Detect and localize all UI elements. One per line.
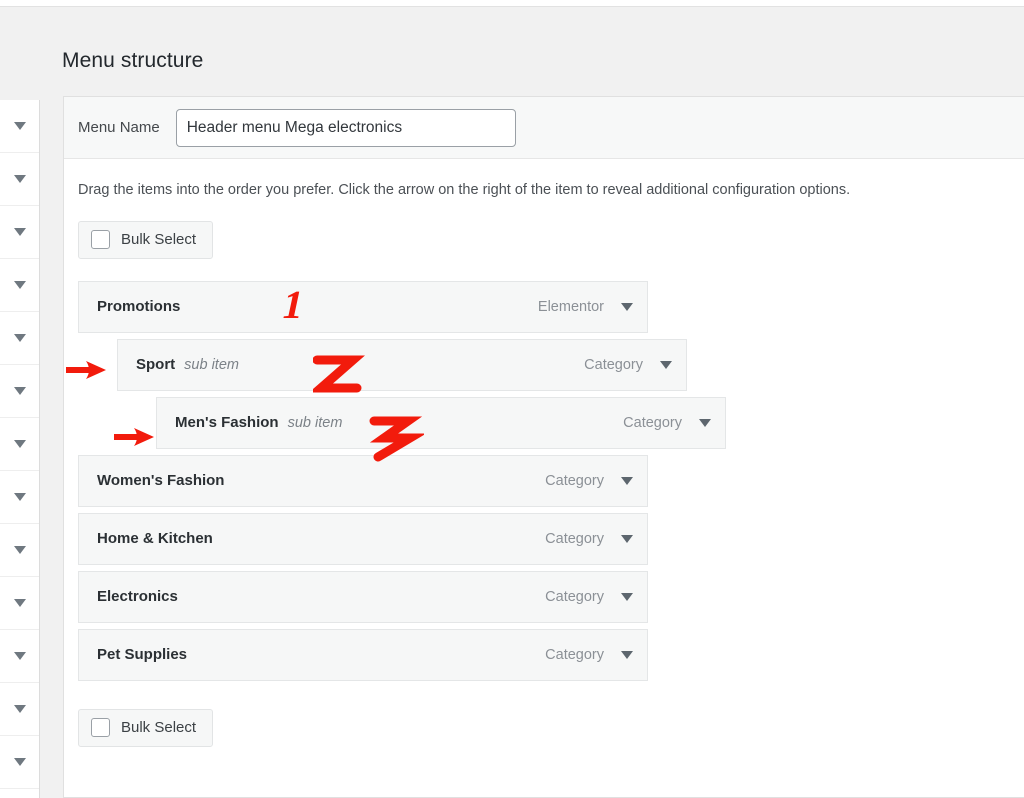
chevron-down-icon[interactable] — [621, 593, 633, 601]
rail-row[interactable] — [0, 630, 39, 683]
menu-structure-panel: Menu Name Drag the items into the order … — [63, 96, 1024, 798]
menu-item-row: Promotions Elementor — [78, 281, 1024, 333]
rail-row[interactable] — [0, 365, 39, 418]
menu-items-list: Promotions Elementor Sport sub item Cate… — [78, 281, 1024, 681]
menu-item-sport[interactable]: Sport sub item Category — [117, 339, 687, 391]
chevron-down-icon[interactable] — [14, 175, 26, 183]
rail-row[interactable] — [0, 418, 39, 471]
bulk-select-checkbox-bottom[interactable] — [91, 718, 110, 737]
menu-item-title: Men's Fashion — [175, 414, 279, 431]
menu-item-womens-fashion[interactable]: Women's Fashion Category — [78, 455, 648, 507]
menu-item-electronics[interactable]: Electronics Category — [78, 571, 648, 623]
chevron-down-icon[interactable] — [14, 652, 26, 660]
chevron-down-icon[interactable] — [14, 334, 26, 342]
rail-row[interactable] — [0, 259, 39, 312]
menu-name-input[interactable] — [176, 109, 516, 147]
chevron-down-icon[interactable] — [14, 758, 26, 766]
menu-name-label: Menu Name — [78, 119, 160, 136]
chevron-down-icon[interactable] — [14, 440, 26, 448]
menu-item-sub-label: sub item — [184, 357, 239, 373]
menu-item-title: Promotions — [97, 298, 180, 315]
menu-item-type: Elementor — [538, 299, 604, 315]
menu-item-row: Electronics Category — [78, 571, 1024, 623]
chevron-down-icon[interactable] — [14, 387, 26, 395]
chevron-down-icon[interactable] — [14, 122, 26, 130]
chevron-down-icon[interactable] — [14, 599, 26, 607]
chevron-down-icon[interactable] — [621, 303, 633, 311]
rail-row[interactable] — [0, 683, 39, 736]
menu-item-type: Category — [623, 415, 682, 431]
menu-item-type: Category — [545, 531, 604, 547]
bulk-select-label-bottom: Bulk Select — [121, 719, 196, 736]
menu-name-bar: Menu Name — [64, 97, 1024, 159]
bulk-select-button-top[interactable]: Bulk Select — [78, 221, 213, 259]
menu-item-type: Category — [545, 589, 604, 605]
rail-row[interactable] — [0, 577, 39, 630]
menu-item-pet-supplies[interactable]: Pet Supplies Category — [78, 629, 648, 681]
chevron-down-icon[interactable] — [621, 477, 633, 485]
chevron-down-icon[interactable] — [621, 651, 633, 659]
left-rail — [0, 100, 40, 798]
rail-row[interactable] — [0, 312, 39, 365]
rail-row[interactable] — [0, 524, 39, 577]
chevron-down-icon[interactable] — [14, 705, 26, 713]
menu-item-title: Sport — [136, 356, 175, 373]
rail-row[interactable] — [0, 100, 39, 153]
chevron-down-icon[interactable] — [14, 228, 26, 236]
menu-item-row: Sport sub item Category — [78, 339, 1024, 391]
menu-item-type: Category — [545, 647, 604, 663]
menu-item-type: Category — [584, 357, 643, 373]
menu-item-title: Electronics — [97, 588, 178, 605]
rail-row[interactable] — [0, 736, 39, 789]
menu-item-type: Category — [545, 473, 604, 489]
rail-row[interactable] — [0, 471, 39, 524]
menu-item-row: Home & Kitchen Category — [78, 513, 1024, 565]
chevron-down-icon[interactable] — [14, 281, 26, 289]
drag-hint-text: Drag the items into the order you prefer… — [78, 181, 1024, 201]
chevron-down-icon[interactable] — [14, 546, 26, 554]
panel-body: Drag the items into the order you prefer… — [64, 159, 1024, 747]
menu-item-row: Men's Fashion sub item Category — [78, 397, 1024, 449]
chevron-down-icon[interactable] — [699, 419, 711, 427]
menu-item-home-kitchen[interactable]: Home & Kitchen Category — [78, 513, 648, 565]
menu-item-row: Women's Fashion Category — [78, 455, 1024, 507]
bulk-select-button-bottom[interactable]: Bulk Select — [78, 709, 213, 747]
menu-item-promotions[interactable]: Promotions Elementor — [78, 281, 648, 333]
rail-row[interactable] — [0, 206, 39, 259]
chevron-down-icon[interactable] — [14, 493, 26, 501]
menu-item-row: Pet Supplies Category — [78, 629, 1024, 681]
menu-item-sub-label: sub item — [288, 415, 343, 431]
bulk-select-label-top: Bulk Select — [121, 231, 196, 248]
menu-item-title: Women's Fashion — [97, 472, 224, 489]
chevron-down-icon[interactable] — [660, 361, 672, 369]
page-title: Menu structure — [62, 49, 203, 73]
menu-item-title: Home & Kitchen — [97, 530, 213, 547]
menu-item-title: Pet Supplies — [97, 646, 187, 663]
menu-item-mens-fashion[interactable]: Men's Fashion sub item Category — [156, 397, 726, 449]
chevron-down-icon[interactable] — [621, 535, 633, 543]
window-top-strip — [0, 0, 1024, 7]
bulk-select-checkbox-top[interactable] — [91, 230, 110, 249]
rail-row[interactable] — [0, 153, 39, 206]
